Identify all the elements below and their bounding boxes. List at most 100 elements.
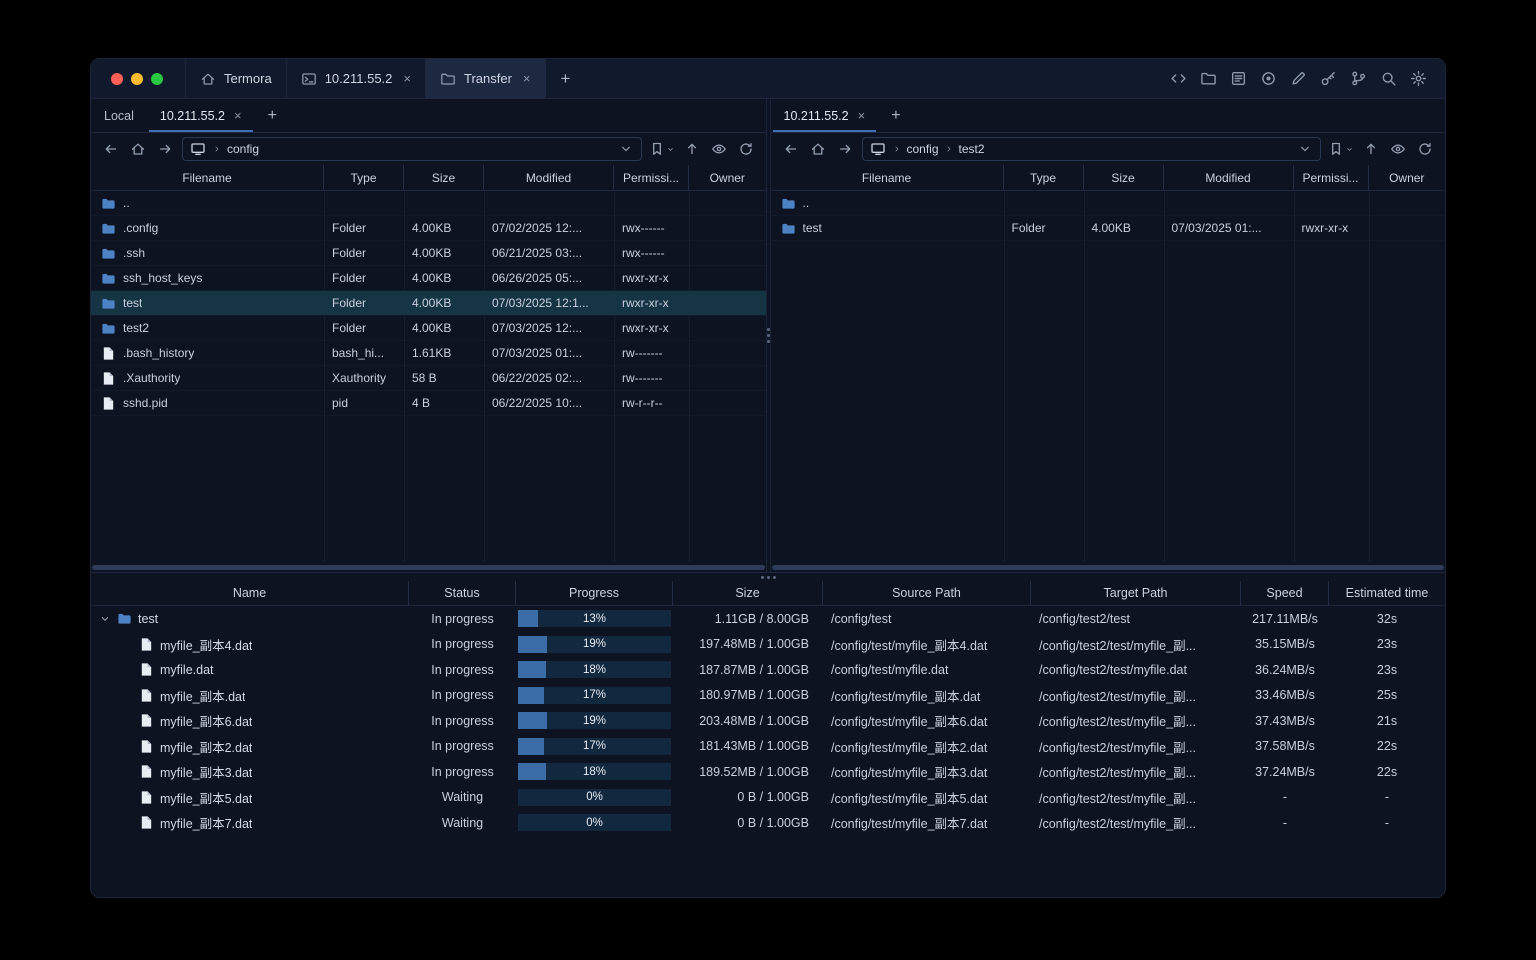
horizontal-scrollbar[interactable]	[771, 562, 1446, 572]
breadcrumb-item[interactable]: config	[907, 142, 939, 156]
transfer-column-speed[interactable]: Speed	[1241, 581, 1329, 605]
transfer-column-size[interactable]: Size	[673, 581, 823, 605]
file-row[interactable]: ..	[770, 191, 1445, 216]
file-row[interactable]: sshd.pid pid 4 B 06/22/2025 10:... rw-r--r--	[91, 391, 766, 416]
bookmark-dropdown-icon[interactable]	[1345, 145, 1354, 154]
transfer-panel-splitter[interactable]	[91, 572, 1445, 581]
scrollbar-thumb[interactable]	[92, 564, 765, 570]
transfer-column-progress[interactable]: Progress	[516, 581, 673, 605]
transfer-column-status[interactable]: Status	[409, 581, 516, 605]
bookmark-button[interactable]	[1328, 139, 1354, 159]
left-pane-tab-10-211-55-2[interactable]: 10.211.55.2 ×	[147, 99, 255, 132]
transfer-row[interactable]: myfile_副本6.dat In progress 19% 203.48MB / 1…	[91, 708, 1445, 734]
left-pane-tab-local[interactable]: Local	[91, 99, 147, 132]
transfer-row[interactable]: myfile.dat In progress 18% 187.87MB / 1.00G…	[91, 657, 1445, 683]
transfer-target-path: /config/test2/test/myfile_副...	[1039, 766, 1197, 781]
close-tab-icon[interactable]: ×	[523, 71, 531, 86]
transfer-row[interactable]: myfile_副本5.dat Waiting 0% 0 B / 1.00GB/conf…	[91, 785, 1445, 811]
scrollbar-thumb[interactable]	[771, 564, 1444, 570]
transfer-row[interactable]: myfile_副本3.dat In progress 18% 189.52MB / 1…	[91, 759, 1445, 785]
column-header-owner[interactable]: Owner	[689, 165, 766, 190]
left-pane-tab-bar: Local 10.211.55.2 × +	[91, 99, 766, 133]
app-tab-transfer[interactable]: Transfer ×	[425, 59, 546, 98]
path-breadcrumb[interactable]: config	[182, 137, 642, 161]
refresh-icon[interactable]	[1415, 139, 1435, 159]
forward-icon[interactable]	[155, 139, 175, 159]
forward-icon[interactable]	[835, 139, 855, 159]
breadcrumb-item[interactable]: test2	[959, 142, 985, 156]
parent-directory-icon[interactable]	[682, 139, 702, 159]
record-icon[interactable]	[1260, 70, 1277, 87]
minimize-window-button[interactable]	[131, 72, 143, 85]
new-app-tab-button[interactable]: +	[546, 59, 586, 98]
file-row[interactable]: test2 Folder 4.00KB 07/03/2025 12:... rwxr-x…	[91, 316, 766, 341]
bookmark-dropdown-icon[interactable]	[666, 145, 675, 154]
column-header-type[interactable]: Type	[1004, 165, 1084, 190]
column-header-type[interactable]: Type	[324, 165, 404, 190]
column-header-modified[interactable]: Modified	[1164, 165, 1294, 190]
refresh-icon[interactable]	[736, 139, 756, 159]
close-tab-icon[interactable]: ×	[858, 108, 866, 123]
settings-icon[interactable]	[1410, 70, 1427, 87]
right-pane-tab-10-211-55-2[interactable]: 10.211.55.2 ×	[771, 99, 879, 132]
horizontal-scrollbar[interactable]	[91, 562, 766, 572]
key-icon[interactable]	[1320, 70, 1337, 87]
app-tab-10-211-55-2[interactable]: 10.211.55.2 ×	[285, 59, 425, 98]
file-row[interactable]: test Folder 4.00KB 07/03/2025 12:1... rwxr-x…	[91, 291, 766, 316]
show-hidden-files-icon[interactable]	[709, 139, 729, 159]
show-hidden-files-icon[interactable]	[1388, 139, 1408, 159]
file-row[interactable]: test Folder 4.00KB 07/03/2025 01:... rwxr-xr…	[770, 216, 1445, 241]
file-permissions: rwxr-xr-x	[622, 296, 669, 310]
path-breadcrumb[interactable]: config test2	[861, 137, 1321, 161]
column-header-size[interactable]: Size	[404, 165, 484, 190]
column-header-permissi[interactable]: Permissi...	[1294, 165, 1369, 190]
column-header-filename[interactable]: Filename	[91, 165, 324, 190]
parent-directory-icon[interactable]	[1361, 139, 1381, 159]
transfer-column-target-path[interactable]: Target Path	[1031, 581, 1241, 605]
breadcrumb-item[interactable]: config	[227, 142, 259, 156]
transfer-column-estimated-time[interactable]: Estimated time	[1329, 581, 1445, 605]
close-tab-icon[interactable]: ×	[234, 108, 242, 123]
close-window-button[interactable]	[111, 72, 123, 85]
folder-tab-icon[interactable]	[1200, 70, 1217, 87]
code-icon[interactable]	[1170, 70, 1187, 87]
file-row[interactable]: .Xauthority Xauthority 58 B 06/22/2025 02:.…	[91, 366, 766, 391]
file-row[interactable]: .config Folder 4.00KB 07/02/2025 12:... rwx-…	[91, 216, 766, 241]
file-row[interactable]: .ssh Folder 4.00KB 06/21/2025 03:... rwx----…	[91, 241, 766, 266]
left-new-pane-tab-button[interactable]: +	[255, 99, 290, 132]
column-header-owner[interactable]: Owner	[1369, 165, 1446, 190]
close-tab-icon[interactable]: ×	[403, 71, 411, 86]
path-dropdown-icon[interactable]	[1297, 141, 1313, 157]
expand-chevron-icon[interactable]	[99, 613, 111, 625]
column-header-modified[interactable]: Modified	[484, 165, 614, 190]
column-header-filename[interactable]: Filename	[771, 165, 1004, 190]
back-icon[interactable]	[781, 139, 801, 159]
transfer-row[interactable]: myfile_副本2.dat In progress 17% 181.43MB / 1…	[91, 734, 1445, 760]
branch-icon[interactable]	[1350, 70, 1367, 87]
app-tab-termora[interactable]: Termora	[185, 59, 286, 98]
file-permissions: rwxr-xr-x	[1301, 221, 1349, 235]
file-row[interactable]: ..	[91, 191, 766, 216]
file-type: Xauthority	[332, 371, 387, 385]
transfer-row[interactable]: myfile_副本4.dat In progress 19% 197.48MB / 1…	[91, 632, 1445, 658]
transfer-row[interactable]: test In progress 13% 1.11GB / 8.00GB/config…	[91, 606, 1445, 632]
column-header-permissi[interactable]: Permissi...	[614, 165, 689, 190]
transfer-size: 187.87MB / 1.00GB	[699, 662, 809, 677]
column-header-size[interactable]: Size	[1084, 165, 1164, 190]
transfer-column-source-path[interactable]: Source Path	[823, 581, 1031, 605]
back-icon[interactable]	[101, 139, 121, 159]
transfer-row[interactable]: myfile_副本.dat In progress 17% 180.97MB / 1.…	[91, 683, 1445, 709]
transfer-column-name[interactable]: Name	[91, 581, 409, 605]
search-icon[interactable]	[1380, 70, 1397, 87]
zoom-window-button[interactable]	[151, 72, 163, 85]
home-icon[interactable]	[128, 139, 148, 159]
log-icon[interactable]	[1230, 70, 1247, 87]
right-new-pane-tab-button[interactable]: +	[878, 99, 913, 132]
path-dropdown-icon[interactable]	[618, 141, 634, 157]
file-row[interactable]: .bash_history bash_hi... 1.61KB 07/03/2025 …	[91, 341, 766, 366]
file-row[interactable]: ssh_host_keys Folder 4.00KB 06/26/2025 05:.…	[91, 266, 766, 291]
transfer-row[interactable]: myfile_副本7.dat Waiting 0% 0 B / 1.00GB/conf…	[91, 810, 1445, 836]
bookmark-button[interactable]	[649, 139, 675, 159]
home-icon[interactable]	[808, 139, 828, 159]
edit-icon[interactable]	[1290, 70, 1307, 87]
